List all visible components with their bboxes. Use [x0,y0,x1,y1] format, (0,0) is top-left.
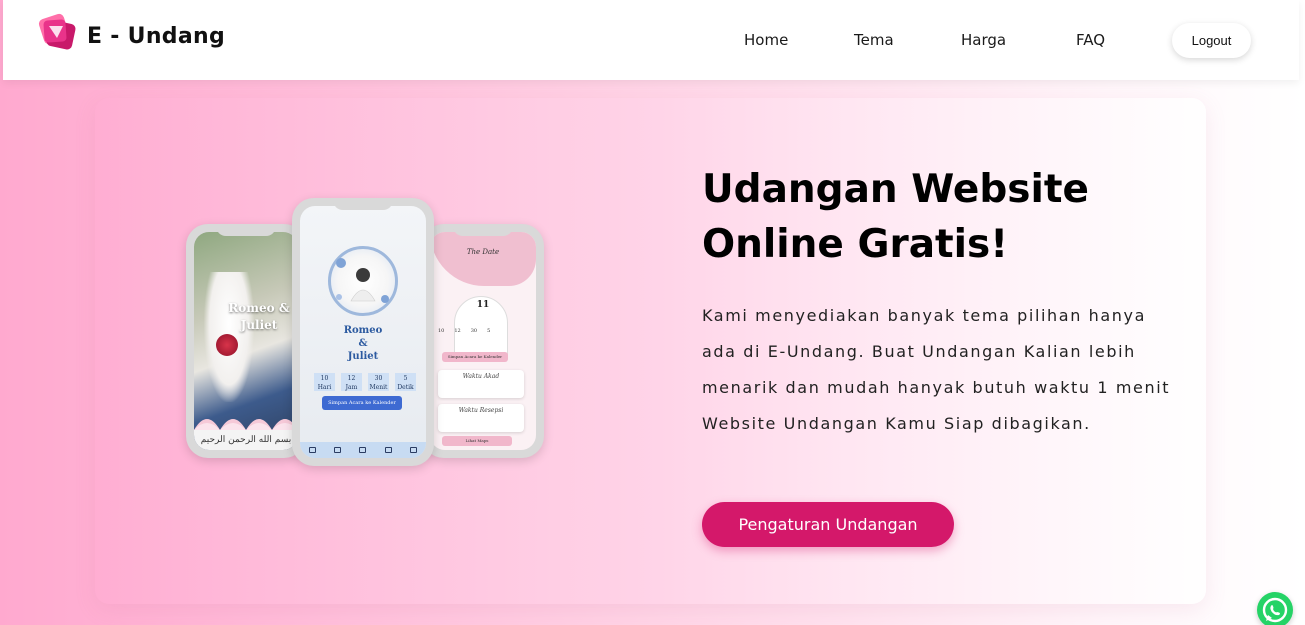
phone-screen-left: Romeo & Juliet بسم الله الرحمن الرحيم [194,232,298,450]
whatsapp-icon[interactable] [1257,592,1293,625]
gallery-icon [384,447,392,453]
couple-names-left: Romeo & Juliet [228,301,290,332]
floral-wreath-photo [328,246,398,316]
navbar: E - Undang Home Tema Harga FAQ Logout [3,0,1299,80]
countdown-box: 12 Jam [341,373,362,391]
countdown-middle: 10 Hari 12 Jam 30 Menit 5 Detik [314,373,416,391]
stacked-cards-logo-icon [35,10,79,54]
couple-names-middle: Romeo & Juliet [343,325,383,362]
akad-card: Waktu Akad [438,370,524,398]
wave-decoration [194,419,298,430]
phone-screen-middle: Romeo & Juliet 10 Hari 12 Jam 30 Menit 5 Det… [300,206,426,458]
mockup-bottom-nav [300,442,426,458]
brand[interactable]: E - Undang [35,10,225,54]
phone-mockup-middle: Romeo & Juliet 10 Hari 12 Jam 30 Menit 5 Det… [292,198,434,466]
save-to-calendar-button: Simpan Acara ke Kalender [322,396,402,410]
calendar-icon [359,447,367,453]
countdown-right: 10 12 30 5 [438,328,491,334]
hero-description: Kami menyediakan banyak tema pilihan han… [702,306,1171,433]
countdown-box: 5 Detik [395,373,416,391]
the-date-heading: The Date [466,248,500,256]
hero-title: Udangan Website Online Gratis! [702,167,1089,267]
nav-link-harga[interactable]: Harga [961,31,1006,49]
map-pill: Lihat Maps [442,436,512,446]
mail-icon [409,447,417,453]
home-icon [309,447,317,453]
phone-screen-right: The Date 11 10 12 30 5 Simpan Acara ke K… [430,232,536,450]
phone-mockup-left: Romeo & Juliet بسم الله الرحمن الرحيم [186,224,306,458]
day-number: 11 [476,300,490,310]
nav-link-home[interactable]: Home [744,31,788,49]
couple-icon [334,447,342,453]
save-to-calendar-pill: Simpan Acara ke Kalender [442,352,508,362]
countdown-box: 30 Menit [368,373,389,391]
bismillah-footer: بسم الله الرحمن الرحيم [194,430,298,450]
countdown-box: 10 Hari [314,373,335,391]
phone-mockup-right: The Date 11 10 12 30 5 Simpan Acara ke K… [422,224,544,458]
brand-name: E - Undang [87,23,226,49]
resepsi-card: Waktu Resepsi [438,404,524,432]
logout-button[interactable]: Logout [1172,23,1251,58]
hero-card: Romeo & Juliet بسم الله الرحمن الرحيم Ro… [95,98,1206,604]
invitation-settings-button[interactable]: Pengaturan Undangan [702,502,954,547]
nav-link-faq[interactable]: FAQ [1076,31,1105,49]
nav-link-tema[interactable]: Tema [854,31,894,49]
bouquet [216,334,238,356]
